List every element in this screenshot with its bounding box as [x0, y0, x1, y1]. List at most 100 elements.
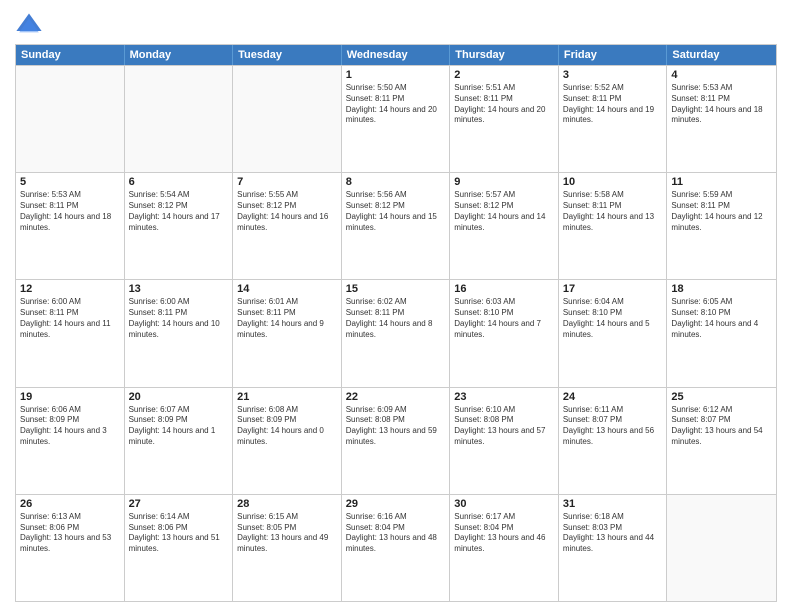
calendar-cell: 7 Sunrise: 5:55 AMSunset: 8:12 PMDaylight… — [233, 173, 342, 279]
cal-header-cell: Wednesday — [342, 45, 451, 65]
day-number: 13 — [129, 283, 229, 295]
calendar-cell: 1 Sunrise: 5:50 AMSunset: 8:11 PMDaylight… — [342, 66, 451, 172]
day-info: Sunrise: 5:53 AMSunset: 8:11 PMDaylight:… — [20, 190, 120, 233]
calendar-cell: 22Sunrise: 6:09 AMSunset: 8:08 PMDayligh… — [342, 388, 451, 494]
calendar-week: 19 Sunrise: 6:06 AMSunset: 8:09 PMDayligh… — [16, 387, 776, 494]
calendar-cell: 31 Sunrise: 6:18 AMSunset: 8:03 PMDayligh… — [559, 495, 668, 601]
calendar-cell: 9Sunrise: 5:57 AMSunset: 8:12 PMDaylight… — [450, 173, 559, 279]
cal-header-cell: Monday — [125, 45, 234, 65]
calendar-cell: 18Sunrise: 6:05 AMSunset: 8:10 PMDayligh… — [667, 280, 776, 386]
calendar: SundayMondayTuesdayWednesdayThursdayFrid… — [15, 44, 777, 602]
day-info: Sunrise: 6:15 AMSunset: 8:05 PMDaylight:… — [237, 512, 337, 555]
day-number: 15 — [346, 283, 446, 295]
day-info: Sunrise: 6:18 AMSunset: 8:03 PMDaylight:… — [563, 512, 663, 555]
day-number: 4 — [671, 69, 772, 81]
calendar-cell: 24 Sunrise: 6:11 AMSunset: 8:07 PMDayligh… — [559, 388, 668, 494]
day-number: 18 — [671, 283, 772, 295]
day-info: Sunrise: 5:59 AMSunset: 8:11 PMDaylight:… — [671, 190, 772, 233]
calendar-cell: 20 Sunrise: 6:07 AMSunset: 8:09 PMDayligh… — [125, 388, 234, 494]
day-info: Sunrise: 5:52 AMSunset: 8:11 PMDaylight:… — [563, 83, 663, 126]
day-number: 23 — [454, 391, 554, 403]
day-number: 31 — [563, 498, 663, 510]
day-number: 19 — [20, 391, 120, 403]
day-number: 5 — [20, 176, 120, 188]
calendar-cell: 14 Sunrise: 6:01 AMSunset: 8:11 PMDayligh… — [233, 280, 342, 386]
day-number: 25 — [671, 391, 772, 403]
day-info: Sunrise: 6:11 AMSunset: 8:07 PMDaylight:… — [563, 405, 663, 448]
day-number: 11 — [671, 176, 772, 188]
logo — [15, 10, 47, 38]
calendar-cell: 29Sunrise: 6:16 AMSunset: 8:04 PMDayligh… — [342, 495, 451, 601]
calendar-cell: 13 Sunrise: 6:00 AMSunset: 8:11 PMDayligh… — [125, 280, 234, 386]
calendar-cell — [16, 66, 125, 172]
calendar-cell: 6Sunrise: 5:54 AMSunset: 8:12 PMDaylight… — [125, 173, 234, 279]
day-info: Sunrise: 6:13 AMSunset: 8:06 PMDaylight:… — [20, 512, 120, 555]
calendar-cell: 4 Sunrise: 5:53 AMSunset: 8:11 PMDaylight… — [667, 66, 776, 172]
day-number: 26 — [20, 498, 120, 510]
day-number: 1 — [346, 69, 446, 81]
day-info: Sunrise: 5:51 AMSunset: 8:11 PMDaylight:… — [454, 83, 554, 126]
day-number: 22 — [346, 391, 446, 403]
cal-header-cell: Sunday — [16, 45, 125, 65]
day-info: Sunrise: 5:58 AMSunset: 8:11 PMDaylight:… — [563, 190, 663, 233]
calendar-cell: 12Sunrise: 6:00 AMSunset: 8:11 PMDayligh… — [16, 280, 125, 386]
day-info: Sunrise: 5:55 AMSunset: 8:12 PMDaylight:… — [237, 190, 337, 233]
calendar-cell: 3 Sunrise: 5:52 AMSunset: 8:11 PMDaylight… — [559, 66, 668, 172]
day-number: 3 — [563, 69, 663, 81]
calendar-cell: 5 Sunrise: 5:53 AMSunset: 8:11 PMDaylight… — [16, 173, 125, 279]
calendar-cell: 19 Sunrise: 6:06 AMSunset: 8:09 PMDayligh… — [16, 388, 125, 494]
day-info: Sunrise: 6:03 AMSunset: 8:10 PMDaylight:… — [454, 297, 554, 340]
calendar-cell: 2Sunrise: 5:51 AMSunset: 8:11 PMDaylight… — [450, 66, 559, 172]
day-number: 6 — [129, 176, 229, 188]
day-info: Sunrise: 5:53 AMSunset: 8:11 PMDaylight:… — [671, 83, 772, 126]
calendar-cell: 23 Sunrise: 6:10 AMSunset: 8:08 PMDayligh… — [450, 388, 559, 494]
calendar-cell: 17Sunrise: 6:04 AMSunset: 8:10 PMDayligh… — [559, 280, 668, 386]
day-number: 10 — [563, 176, 663, 188]
day-number: 7 — [237, 176, 337, 188]
day-info: Sunrise: 6:14 AMSunset: 8:06 PMDaylight:… — [129, 512, 229, 555]
day-info: Sunrise: 6:06 AMSunset: 8:09 PMDaylight:… — [20, 405, 120, 448]
day-number: 14 — [237, 283, 337, 295]
calendar-cell: 21Sunrise: 6:08 AMSunset: 8:09 PMDayligh… — [233, 388, 342, 494]
calendar-cell — [233, 66, 342, 172]
day-info: Sunrise: 6:10 AMSunset: 8:08 PMDaylight:… — [454, 405, 554, 448]
calendar-cell: 10 Sunrise: 5:58 AMSunset: 8:11 PMDayligh… — [559, 173, 668, 279]
calendar-cell: 11 Sunrise: 5:59 AMSunset: 8:11 PMDayligh… — [667, 173, 776, 279]
day-info: Sunrise: 5:50 AMSunset: 8:11 PMDaylight:… — [346, 83, 446, 126]
cal-header-cell: Tuesday — [233, 45, 342, 65]
day-number: 17 — [563, 283, 663, 295]
day-number: 20 — [129, 391, 229, 403]
day-info: Sunrise: 6:07 AMSunset: 8:09 PMDaylight:… — [129, 405, 229, 448]
day-number: 27 — [129, 498, 229, 510]
day-number: 28 — [237, 498, 337, 510]
calendar-week: 1 Sunrise: 5:50 AMSunset: 8:11 PMDaylight… — [16, 65, 776, 172]
cal-header-cell: Thursday — [450, 45, 559, 65]
day-number: 30 — [454, 498, 554, 510]
calendar-week: 5 Sunrise: 5:53 AMSunset: 8:11 PMDaylight… — [16, 172, 776, 279]
day-info: Sunrise: 6:00 AMSunset: 8:11 PMDaylight:… — [20, 297, 120, 340]
calendar-cell: 26 Sunrise: 6:13 AMSunset: 8:06 PMDayligh… — [16, 495, 125, 601]
day-info: Sunrise: 6:08 AMSunset: 8:09 PMDaylight:… — [237, 405, 337, 448]
calendar-header-row: SundayMondayTuesdayWednesdayThursdayFrid… — [16, 45, 776, 65]
calendar-cell: 25 Sunrise: 6:12 AMSunset: 8:07 PMDayligh… — [667, 388, 776, 494]
calendar-body: 1 Sunrise: 5:50 AMSunset: 8:11 PMDaylight… — [16, 65, 776, 601]
day-number: 16 — [454, 283, 554, 295]
header — [15, 10, 777, 38]
calendar-cell — [667, 495, 776, 601]
day-number: 8 — [346, 176, 446, 188]
day-info: Sunrise: 6:12 AMSunset: 8:07 PMDaylight:… — [671, 405, 772, 448]
calendar-week: 26 Sunrise: 6:13 AMSunset: 8:06 PMDayligh… — [16, 494, 776, 601]
day-info: Sunrise: 6:01 AMSunset: 8:11 PMDaylight:… — [237, 297, 337, 340]
calendar-cell: 28 Sunrise: 6:15 AMSunset: 8:05 PMDayligh… — [233, 495, 342, 601]
cal-header-cell: Friday — [559, 45, 668, 65]
calendar-cell — [125, 66, 234, 172]
day-number: 24 — [563, 391, 663, 403]
calendar-cell: 15 Sunrise: 6:02 AMSunset: 8:11 PMDayligh… — [342, 280, 451, 386]
day-info: Sunrise: 6:16 AMSunset: 8:04 PMDaylight:… — [346, 512, 446, 555]
calendar-cell: 30Sunrise: 6:17 AMSunset: 8:04 PMDayligh… — [450, 495, 559, 601]
calendar-cell: 16 Sunrise: 6:03 AMSunset: 8:10 PMDayligh… — [450, 280, 559, 386]
calendar-cell: 27 Sunrise: 6:14 AMSunset: 8:06 PMDayligh… — [125, 495, 234, 601]
logo-icon — [15, 10, 43, 38]
day-info: Sunrise: 6:02 AMSunset: 8:11 PMDaylight:… — [346, 297, 446, 340]
day-info: Sunrise: 6:00 AMSunset: 8:11 PMDaylight:… — [129, 297, 229, 340]
